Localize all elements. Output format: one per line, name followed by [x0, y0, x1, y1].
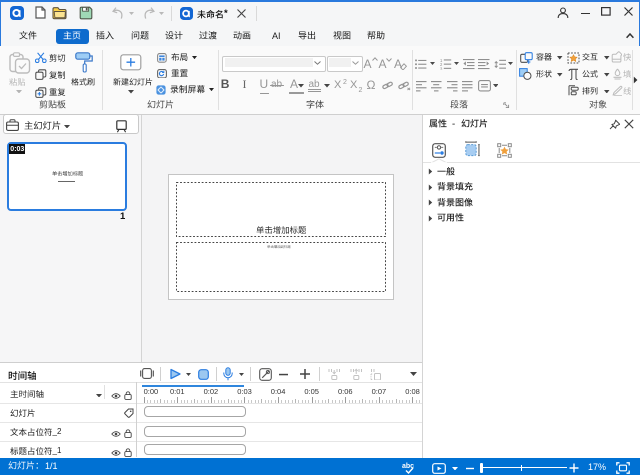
svg-text:3: 3 — [440, 66, 443, 70]
